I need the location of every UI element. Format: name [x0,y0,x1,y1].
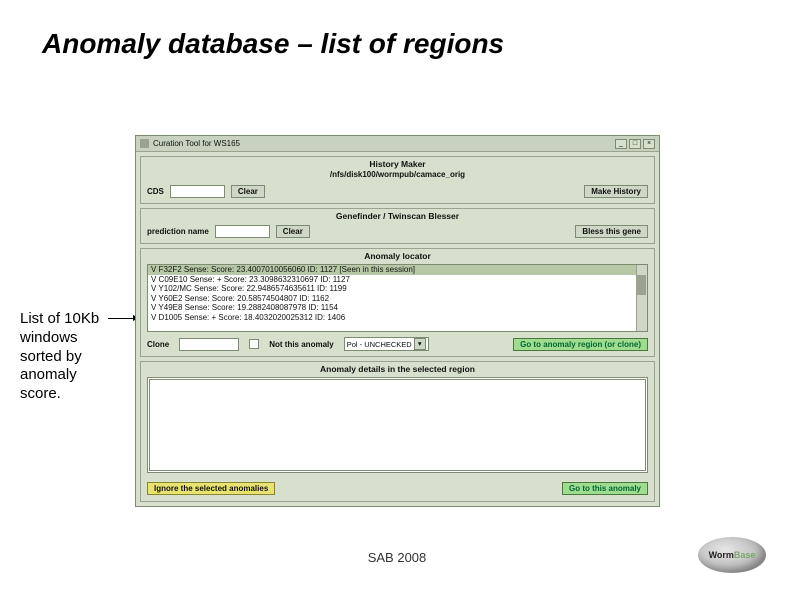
ignore-button[interactable]: Ignore the selected anomalies [147,482,275,495]
clear-button-history[interactable]: Clear [231,185,265,198]
scrollbar-thumb[interactable] [637,275,646,295]
annotation-text: List of 10Kb windows sorted by anomaly s… [20,310,115,404]
anomaly-locator-section: Anomaly locator V F32F2 Sense: Score: 23… [140,248,655,357]
prediction-input[interactable] [215,225,270,238]
prediction-label: prediction name [147,227,209,236]
list-item[interactable]: V Y102/MC Sense: Score: 22.9486574635611… [148,284,647,294]
maximize-button[interactable]: □ [629,139,641,149]
dropdown-value: Pol - UNCHECKED [347,340,412,349]
clear-button-blesser[interactable]: Clear [276,225,310,238]
close-button[interactable]: × [643,139,655,149]
clone-input[interactable] [179,338,239,351]
minimize-button[interactable]: _ [615,139,627,149]
make-history-button[interactable]: Make History [584,185,648,198]
locator-title: Anomaly locator [141,249,654,262]
curation-tool-window: Curation Tool for WS165 _ □ × History Ma… [135,135,660,507]
wormbase-logo: WormBase [698,537,766,573]
list-item[interactable]: V F32F2 Sense: Score: 23.4007010056060 I… [148,265,647,275]
history-title: History Maker [141,157,654,170]
list-item[interactable]: V Y60E2 Sense: Score: 20.58574504807 ID:… [148,294,647,304]
window-title: Curation Tool for WS165 [153,139,240,148]
details-title: Anomaly details in the selected region [141,362,654,375]
list-item[interactable]: V D1005 Sense: + Score: 18.4032020025312… [148,313,647,323]
not-this-label: Not this anomaly [269,340,333,349]
clone-label: Clone [147,340,169,349]
go-to-anomaly-button[interactable]: Go to this anomaly [562,482,648,495]
details-listbox[interactable] [147,377,648,473]
blesser-title: Genefinder / Twinscan Blesser [141,209,654,222]
not-this-checkbox[interactable] [249,339,259,349]
history-path: /nfs/disk100/wormpub/camace_orig [141,170,654,182]
cds-label: CDS [147,187,164,196]
cds-input[interactable] [170,185,225,198]
anomaly-details-section: Anomaly details in the selected region I… [140,361,655,502]
blesser-section: Genefinder / Twinscan Blesser prediction… [140,208,655,244]
app-icon [140,139,149,148]
footer-label: SAB 2008 [0,550,794,565]
list-item[interactable]: V C09E10 Sense: + Score: 23.309863231069… [148,275,647,285]
slide-title: Anomaly database – list of regions [42,28,504,60]
history-maker-section: History Maker /nfs/disk100/wormpub/camac… [140,156,655,204]
chevron-down-icon[interactable]: ▾ [414,338,426,350]
go-to-region-button[interactable]: Go to anomaly region (or clone) [513,338,648,351]
list-scrollbar[interactable] [636,265,647,331]
anomaly-listbox[interactable]: V F32F2 Sense: Score: 23.4007010056060 I… [147,264,648,332]
list-item[interactable]: V Y49E8 Sense: Score: 19.2882408087978 I… [148,303,647,313]
annotation-arrow [108,318,138,319]
window-titlebar[interactable]: Curation Tool for WS165 _ □ × [136,136,659,152]
bless-button[interactable]: Bless this gene [575,225,648,238]
filter-dropdown[interactable]: Pol - UNCHECKED ▾ [344,337,429,351]
